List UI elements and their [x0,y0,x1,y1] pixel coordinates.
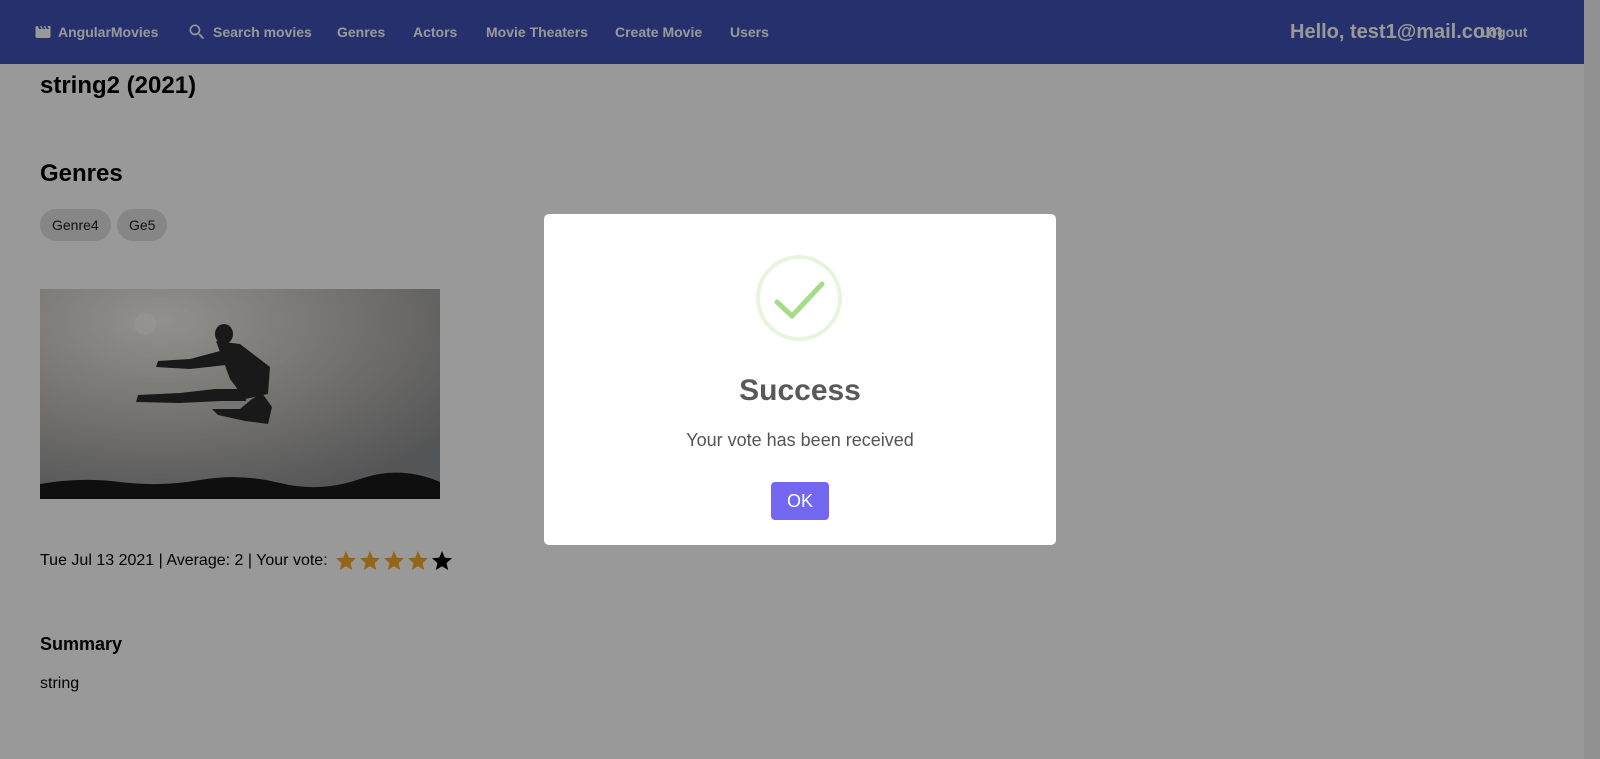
dialog-message: Your vote has been received [686,430,914,450]
success-dialog: Success Your vote has been received OK [544,214,1056,545]
ok-button[interactable]: OK [771,482,829,520]
dialog-title: Success [739,374,861,407]
success-check-icon [756,255,842,341]
